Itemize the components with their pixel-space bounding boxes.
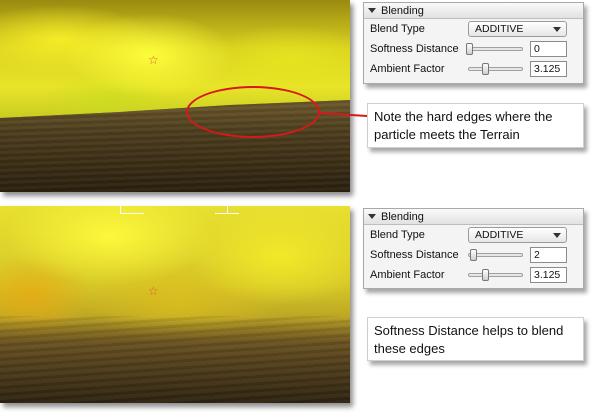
selection-bracket-left bbox=[120, 206, 144, 214]
ambient-factor-slider[interactable] bbox=[468, 269, 523, 281]
star-marker-icon: ☆ bbox=[148, 284, 159, 298]
ambient-factor-row: Ambient Factor 3.125 bbox=[364, 265, 583, 285]
blend-type-select[interactable]: ADDITIVE bbox=[468, 227, 567, 243]
slider-thumb[interactable] bbox=[481, 63, 489, 75]
ambient-factor-label: Ambient Factor bbox=[370, 63, 445, 75]
blend-type-label: Blend Type bbox=[370, 229, 425, 241]
ambient-factor-label: Ambient Factor bbox=[370, 269, 445, 281]
panel-title: Blending bbox=[381, 210, 424, 223]
hard-edge-highlight-ellipse bbox=[186, 86, 320, 138]
slider-thumb[interactable] bbox=[470, 249, 478, 261]
blending-panel-top: Blending Blend Type ADDITIVE Softness Di… bbox=[363, 2, 584, 84]
softness-distance-label: Softness Distance bbox=[370, 249, 459, 261]
callout-text: Softness Distance helps to blend these e… bbox=[374, 323, 564, 356]
panel-title: Blending bbox=[381, 4, 424, 17]
blend-type-value: ADDITIVE bbox=[475, 23, 524, 35]
blend-type-select[interactable]: ADDITIVE bbox=[468, 21, 567, 37]
softness-distance-row: Softness Distance 0 bbox=[364, 39, 583, 59]
blend-type-row: Blend Type ADDITIVE bbox=[364, 19, 583, 39]
chevron-down-icon bbox=[553, 27, 561, 32]
ambient-factor-slider[interactable] bbox=[468, 63, 523, 75]
terrain bbox=[0, 316, 350, 403]
blend-type-row: Blend Type ADDITIVE bbox=[364, 225, 583, 245]
softness-distance-slider[interactable] bbox=[466, 43, 523, 55]
blend-type-label: Blend Type bbox=[370, 23, 425, 35]
softness-distance-input[interactable]: 2 bbox=[530, 247, 567, 263]
chevron-down-icon[interactable] bbox=[368, 8, 376, 13]
chevron-down-icon[interactable] bbox=[368, 214, 376, 219]
ambient-factor-input[interactable]: 3.125 bbox=[530, 267, 567, 283]
softness-distance-input[interactable]: 0 bbox=[530, 41, 567, 57]
callout-hard-edges: Note the hard edges where the particle m… bbox=[367, 103, 584, 148]
softness-distance-label: Softness Distance bbox=[370, 43, 459, 55]
ambient-factor-input[interactable]: 3.125 bbox=[530, 61, 567, 77]
ambient-factor-row: Ambient Factor 3.125 bbox=[364, 59, 583, 79]
slider-thumb[interactable] bbox=[466, 43, 473, 55]
callout-text: Note the hard edges where the particle m… bbox=[374, 109, 553, 142]
viewport-soft-edges bbox=[0, 206, 350, 403]
callout-soft-edges: Softness Distance helps to blend these e… bbox=[367, 317, 584, 361]
slider-thumb[interactable] bbox=[481, 269, 489, 281]
selection-bracket-right bbox=[215, 206, 239, 214]
chevron-down-icon bbox=[553, 233, 561, 238]
blend-type-value: ADDITIVE bbox=[475, 229, 524, 241]
softness-distance-row: Softness Distance 2 bbox=[364, 245, 583, 265]
blending-panel-bottom: Blending Blend Type ADDITIVE Softness Di… bbox=[363, 208, 584, 289]
star-marker-icon: ☆ bbox=[148, 53, 159, 67]
panel-header[interactable]: Blending bbox=[364, 3, 583, 19]
panel-header[interactable]: Blending bbox=[364, 209, 583, 225]
softness-distance-slider[interactable] bbox=[468, 249, 523, 261]
